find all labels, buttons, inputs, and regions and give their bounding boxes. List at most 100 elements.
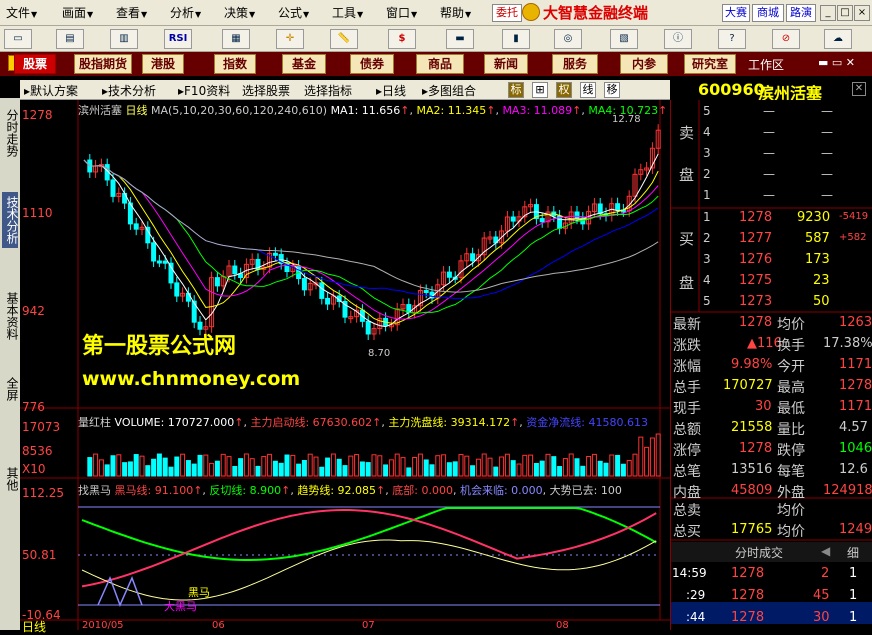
menu-decision[interactable]: 决策▼ — [224, 4, 255, 21]
candle-body — [319, 282, 325, 299]
volume-bar — [359, 461, 365, 477]
candle-body — [145, 226, 151, 244]
volume-bar — [127, 461, 133, 477]
menu-help[interactable]: 帮助▼ — [440, 4, 471, 21]
quote-value-2: 1171 — [839, 399, 872, 414]
mode-bar: 股票 股指期货 港股 指数 基金 债券 商品 新闻 服务 内参 研究室 工作区 … — [0, 52, 872, 76]
circle-icon[interactable]: ⊘ — [772, 29, 800, 49]
menu-view[interactable]: 查看▼ — [116, 4, 147, 21]
multi-chart-tab[interactable]: ▸多图组合 — [422, 82, 476, 99]
mode-research[interactable]: 研究室 — [684, 54, 736, 74]
buy-price[interactable]: 1277 — [739, 231, 772, 246]
menu-formula[interactable]: 公式▼ — [278, 4, 309, 21]
roadshow-button[interactable]: 路演 — [786, 4, 816, 22]
work-area-label[interactable]: 工作区 — [748, 56, 784, 73]
close-icon[interactable]: × — [854, 5, 870, 21]
menu-view-screen[interactable]: 画面▼ — [62, 4, 93, 21]
move-toggle[interactable]: 移 — [604, 82, 620, 98]
chart-icon[interactable]: ▤ — [56, 29, 84, 49]
bars-icon[interactable]: ▧ — [610, 29, 638, 49]
ticks-arrow-icon[interactable]: ◀ — [821, 544, 830, 558]
maximize-icon[interactable]: □ — [837, 5, 853, 21]
crosshair-icon[interactable]: ✛ — [276, 29, 304, 49]
volume-bar — [296, 463, 302, 477]
candle-body — [510, 216, 516, 222]
mode-service[interactable]: 服务 — [552, 54, 598, 74]
quote-label-2: 每笔 — [777, 464, 805, 480]
rights-toggle[interactable]: 权 — [556, 82, 572, 98]
contest-button[interactable]: 大赛 — [722, 4, 750, 22]
dollar-icon[interactable]: $ — [388, 29, 416, 49]
menu-analysis[interactable]: 分析▼ — [170, 4, 201, 21]
menu-bar: 文件▼ 画面▼ 查看▼ 分析▼ 决策▼ 公式▼ 工具▼ 窗口▼ 帮助▼ 委托 大… — [0, 0, 872, 26]
buy-volume: 173 — [805, 252, 830, 267]
crosshair-toggle-icon[interactable]: ⊞ — [532, 82, 548, 98]
quote-value: 1278 — [739, 441, 773, 456]
candle-body — [272, 252, 278, 256]
volume-bar — [400, 457, 406, 477]
menu-file[interactable]: 文件▼ — [6, 4, 37, 21]
restore-icon[interactable]: ▬ ▭ ✕ — [818, 56, 855, 69]
kline-icon[interactable]: ▥ — [110, 29, 138, 49]
tab-fundamental[interactable]: 基本资料 — [2, 288, 19, 344]
minimize-icon[interactable]: _ — [820, 5, 836, 21]
mark-toggle[interactable]: 标 — [508, 82, 524, 98]
money-icon[interactable]: ▬ — [446, 29, 474, 49]
mode-commodity[interactable]: 商品 — [416, 54, 464, 74]
buy-price[interactable]: 1273 — [739, 294, 772, 309]
select-stock-tab[interactable]: 选择股票 — [242, 82, 290, 99]
quote-label-2: 均价 — [777, 317, 805, 333]
buy-price[interactable]: 1278 — [739, 210, 772, 225]
menu-window[interactable]: 窗口▼ — [386, 4, 417, 21]
grid-icon[interactable]: ▦ — [222, 29, 250, 49]
ma-line — [83, 153, 659, 328]
folder-icon[interactable]: ▭ — [4, 29, 32, 49]
mode-index-futures[interactable]: 股指期货 — [74, 54, 132, 74]
f10-tab[interactable]: ▸F10资料 — [178, 82, 230, 99]
signal-icon[interactable]: ▮ — [502, 29, 530, 49]
volume-bar — [383, 464, 389, 477]
info-icon[interactable]: ⓘ — [664, 29, 692, 49]
mode-news[interactable]: 新闻 — [484, 54, 528, 74]
tab-intraday[interactable]: 分时走势 — [2, 106, 19, 160]
rsi-icon[interactable]: RSI — [164, 29, 192, 49]
mode-index[interactable]: 指数 — [214, 54, 256, 74]
sell-volume: — — [821, 188, 833, 202]
bottom-period[interactable]: 日线 — [22, 618, 46, 635]
tab-other[interactable]: 其他 — [2, 464, 19, 494]
volume-bar — [110, 455, 116, 477]
mode-hk-stock[interactable]: 港股 — [142, 54, 184, 74]
cloud-icon[interactable]: ☁ — [824, 29, 852, 49]
binoculars-icon[interactable]: ◎ — [554, 29, 582, 49]
volume-bar — [504, 453, 510, 477]
period-tab[interactable]: ▸日线 — [376, 82, 406, 99]
ticks-detail-button[interactable]: 细 — [847, 544, 859, 561]
volume-bar — [284, 454, 290, 477]
panel-close-icon[interactable]: ✕ — [852, 82, 866, 96]
menu-tools[interactable]: 工具▼ — [332, 4, 363, 21]
mode-stock[interactable]: 股票 — [14, 54, 56, 74]
mode-fund[interactable]: 基金 — [282, 54, 326, 74]
left-tabbar: 分时走势 技术分析 基本资料 全屏 其他 — [0, 98, 20, 630]
tab-technical[interactable]: 技术分析 — [2, 192, 19, 248]
ruler-icon[interactable]: 📏 — [330, 29, 358, 49]
volume-bar — [580, 465, 586, 477]
candle-body — [185, 292, 191, 302]
sell-level: 3 — [703, 146, 711, 160]
line-toggle[interactable]: 线 — [580, 82, 596, 98]
select-indicator-tab[interactable]: 选择指标 — [304, 82, 352, 99]
store-button[interactable]: 商城 — [752, 4, 784, 22]
volume-bar — [516, 463, 522, 477]
mode-insider[interactable]: 内参 — [620, 54, 668, 74]
question-icon[interactable]: ? — [718, 29, 746, 49]
tab-fullscreen[interactable]: 全屏 — [2, 374, 19, 404]
chart-area[interactable]: 滨州活塞 日线 MA(5,10,20,30,60,120,240,610) MA… — [20, 100, 670, 634]
volume-bar — [435, 455, 441, 477]
buy-price[interactable]: 1276 — [739, 252, 772, 267]
buy-price[interactable]: 1275 — [739, 273, 772, 288]
weituo-button[interactable]: 委托 — [492, 4, 522, 22]
scheme-tab[interactable]: ▸默认方案 — [24, 82, 78, 99]
watermark-title: 第一股票公式网 — [82, 334, 237, 359]
tech-analysis-tab[interactable]: ▸技术分析 — [102, 82, 156, 99]
mode-bond[interactable]: 债券 — [350, 54, 394, 74]
